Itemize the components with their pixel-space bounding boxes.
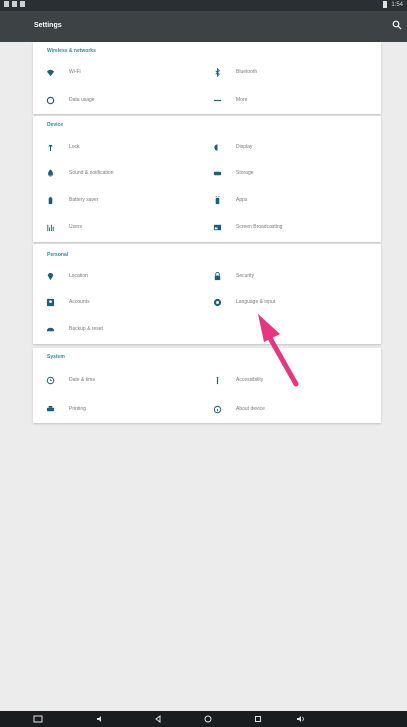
page-title: Settings (34, 22, 62, 29)
notification-icon (20, 1, 25, 7)
settings-item-label: Storage (236, 170, 254, 176)
section-header: Personal (47, 252, 69, 258)
status-time: 1:54 (391, 1, 403, 8)
settings-item-apps[interactable]: Apps (213, 193, 247, 207)
location-icon (46, 272, 55, 281)
section-header: System (47, 354, 65, 360)
settings-item-security[interactable]: Security (213, 269, 254, 283)
settings-item-label: Security (236, 273, 255, 279)
settings-item-wifi[interactable]: Wi-Fi (46, 65, 81, 79)
settings-item-label: Location (69, 273, 88, 279)
annotation-arrow (258, 314, 299, 387)
settings-item-label: Printing (69, 406, 86, 412)
section-system: System Date & time Accessibility Printin… (33, 348, 381, 423)
settings-item-label: Language & input (236, 299, 276, 305)
settings-item-location[interactable]: Location (46, 269, 88, 283)
settings-item-label: Users (69, 224, 83, 230)
settings-item-label: Screen Broadcasting (236, 224, 283, 230)
settings-item-accounts[interactable]: Accounts (46, 295, 90, 309)
accounts-icon (46, 298, 55, 307)
settings-item-label: Apps (236, 197, 248, 203)
settings-item-lock[interactable]: Lock (46, 140, 80, 154)
settings-item-about[interactable]: About device (213, 402, 265, 416)
lock-tap-icon (46, 143, 55, 152)
apps-icon (213, 195, 222, 205)
settings-item-storage[interactable]: Storage (213, 166, 254, 180)
settings-item-label: Battery saver (69, 197, 99, 203)
settings-item-label: About device (236, 406, 265, 412)
notification-icons (4, 1, 25, 7)
settings-item-label: Sound & notification (69, 170, 114, 176)
section-header: Wireless & networks (47, 48, 96, 54)
more-icon (213, 96, 222, 105)
search-icon[interactable] (392, 20, 402, 30)
battery-icon (46, 196, 55, 205)
settings-item-language[interactable]: Language & input (213, 295, 275, 309)
recents-icon[interactable] (253, 714, 263, 724)
volume-down-icon[interactable] (95, 714, 105, 724)
display-icon (213, 143, 222, 152)
settings-item-label: Bluetooth (236, 69, 258, 75)
settings-item-date-time[interactable]: Date & time (46, 373, 95, 387)
settings-item-label: Wi-Fi (69, 69, 81, 75)
system-status: 1:54 (383, 1, 403, 8)
settings-item-label: Backup & reset (69, 326, 103, 332)
language-icon (213, 298, 222, 307)
settings-item-display[interactable]: Display (213, 140, 252, 154)
settings-item-users[interactable]: Users (46, 220, 82, 234)
settings-item-label: Lock (69, 144, 80, 150)
battery-status-icon (383, 1, 388, 8)
accessibility-icon (213, 376, 222, 385)
users-icon (46, 223, 55, 232)
settings-item-bluetooth[interactable]: Bluetooth (213, 65, 257, 79)
bluetooth-icon (213, 67, 222, 77)
settings-item-battery[interactable]: Battery saver (46, 193, 98, 207)
notification-icon (12, 1, 17, 7)
security-icon (213, 271, 222, 281)
storage-icon (213, 169, 222, 178)
settings-item-label: Accounts (69, 299, 90, 305)
volume-up-icon[interactable] (296, 714, 306, 724)
settings-item-label: More (236, 97, 248, 103)
back-icon[interactable] (153, 714, 163, 724)
settings-item-screen-broadcasting[interactable]: Screen Broadcasting (213, 220, 282, 234)
data-usage-icon (46, 96, 55, 105)
settings-item-label: Display (236, 144, 253, 150)
settings-item-backup[interactable]: Backup & reset (46, 322, 103, 336)
screen-broadcast-icon (213, 223, 222, 232)
settings-item-more[interactable]: More (213, 93, 247, 107)
sound-icon (46, 168, 55, 178)
home-icon[interactable] (203, 714, 213, 724)
section-personal: Personal Location Security Accounts Lang… (33, 244, 381, 344)
notification-icon (4, 1, 9, 7)
wifi-icon (46, 68, 55, 77)
status-bar: 1:54 (0, 0, 407, 11)
keyboard-icon[interactable] (33, 714, 43, 724)
clock-icon (46, 376, 55, 385)
settings-item-label: Data usage (69, 97, 95, 103)
info-icon (213, 405, 222, 414)
navigation-bar (0, 711, 407, 727)
settings-item-printing[interactable]: Printing (46, 402, 86, 416)
settings-item-sound[interactable]: Sound & notification (46, 166, 113, 180)
settings-item-data-usage[interactable]: Data usage (46, 93, 95, 107)
section-wireless: Wireless & networks Wi-Fi Bluetooth Data… (33, 42, 381, 114)
backup-icon (46, 325, 55, 334)
settings-panel: Wireless & networks Wi-Fi Bluetooth Data… (33, 42, 381, 423)
settings-item-label: Date & time (69, 377, 96, 383)
section-device: Device Lock Display Sound & notification… (33, 116, 381, 242)
app-bar: Settings (0, 11, 407, 42)
section-header: Device (47, 122, 64, 128)
print-icon (46, 405, 55, 414)
